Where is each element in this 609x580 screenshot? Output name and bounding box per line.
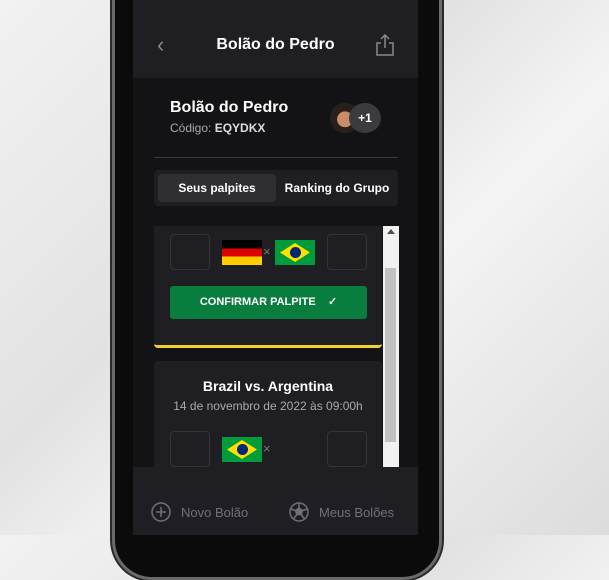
tab-bar: Seus palpites Ranking do Grupo <box>154 170 398 206</box>
group-code: Código: EQYDKX <box>170 121 288 135</box>
germany-flag-icon <box>222 240 262 265</box>
scrollbar[interactable] <box>383 226 399 467</box>
nav-meus-boloes[interactable]: Meus Bolões <box>289 502 394 522</box>
confirm-guess-button[interactable]: CONFIRMAR PALPITE ✓ <box>170 286 367 319</box>
away-score-input[interactable] <box>327 234 367 270</box>
share-button[interactable] <box>375 33 395 61</box>
match-card: Brazil vs. Argentina 14 de novembro de 2… <box>154 361 382 467</box>
nav-novo-bolao[interactable]: Novo Bolão <box>151 502 248 522</box>
code-value: EQYDKX <box>214 121 266 135</box>
nav-label: Novo Bolão <box>181 504 249 520</box>
phone-screen: ‹ Bolão do Pedro Bolão do Pedro Código: … <box>133 0 418 535</box>
matches-list: × CONFIRMAR PALPITE ✓ Brazil vs. Argenti… <box>154 226 399 467</box>
tab-ranking-do-grupo[interactable]: Ranking do Grupo <box>280 174 394 202</box>
plus-circle-icon <box>151 502 171 522</box>
check-icon: ✓ <box>327 296 338 308</box>
code-label: Código: <box>170 121 212 135</box>
group-name: Bolão do Pedro <box>170 99 289 116</box>
match-date: 14 de novembro de 2022 às 09:00h <box>173 399 363 413</box>
match-card: × CONFIRMAR PALPITE ✓ <box>154 226 382 348</box>
extra-members-badge[interactable]: +1 <box>349 103 381 133</box>
share-icon <box>376 33 394 56</box>
home-score-input[interactable] <box>170 234 210 270</box>
brazil-flag-icon <box>275 240 315 265</box>
divider <box>154 157 398 158</box>
scrollbar-thumb[interactable] <box>385 268 396 442</box>
confirm-label: CONFIRMAR PALPITE <box>199 296 316 308</box>
scroll-up-arrow-icon[interactable] <box>387 229 395 234</box>
bottom-nav: Novo Bolão Meus Bolões <box>133 467 418 535</box>
home-score-input[interactable] <box>170 431 210 467</box>
brazil-flag-icon <box>222 437 262 462</box>
versus-separator: × <box>263 441 271 456</box>
tab-seus-palpites[interactable]: Seus palpites <box>158 174 276 202</box>
soccer-ball-icon <box>289 502 309 522</box>
app-header: ‹ Bolão do Pedro <box>133 0 418 78</box>
match-title: Brazil vs. Argentina <box>202 378 334 394</box>
versus-separator: × <box>263 244 271 259</box>
nav-label: Meus Bolões <box>319 504 395 520</box>
group-info: Bolão do Pedro Código: EQYDKX <box>170 99 288 135</box>
away-score-input[interactable] <box>327 431 367 467</box>
